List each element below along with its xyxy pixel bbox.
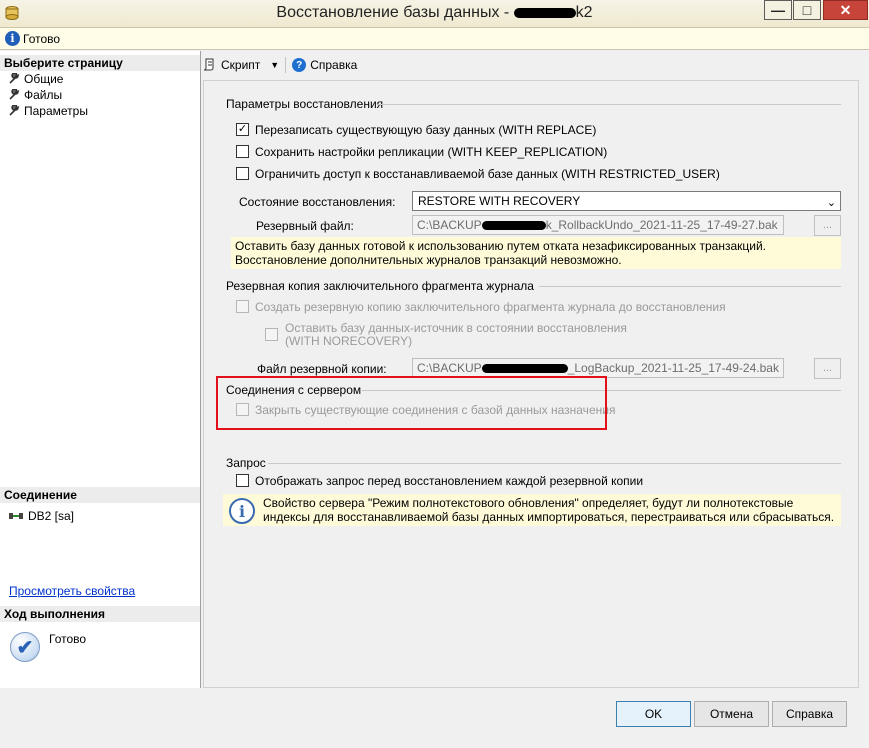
cancel-button[interactable]: Отмена	[694, 701, 769, 727]
overwrite-checkbox[interactable]: ✓	[236, 123, 249, 136]
script-label: Скрипт	[221, 58, 261, 72]
fulltext-info-text: Свойство сервера "Режим полнотекстового …	[263, 496, 835, 524]
backup-browse-button[interactable]: ...	[814, 358, 841, 379]
help-label: Справка	[310, 58, 358, 72]
minimize-button[interactable]: —	[764, 0, 792, 20]
prompt-before-checkbox[interactable]	[236, 474, 249, 487]
sidebar-item-label: Общие	[24, 72, 64, 86]
restricted-user-label: Ограничить доступ к восстанавливаемой ба…	[255, 167, 720, 181]
chevron-down-icon[interactable]: ▼	[270, 60, 279, 70]
wrench-icon	[9, 89, 20, 100]
wrench-icon	[9, 73, 20, 84]
norecovery-label-line2: (WITH NORECOVERY)	[285, 334, 413, 348]
close-button[interactable]: ✕	[823, 0, 868, 20]
info-icon: i	[229, 498, 255, 524]
progress-header: Ход выполнения	[0, 606, 200, 622]
toolbar-separator	[285, 57, 287, 73]
progress-status: Готово	[49, 632, 87, 646]
group-divider	[539, 286, 841, 287]
recovery-state-select[interactable]: RESTORE WITH RECOVERY ⌄	[412, 191, 841, 211]
status-text: Готово	[23, 32, 61, 46]
ok-button[interactable]: OK	[616, 701, 691, 727]
redacted-mark	[481, 364, 568, 374]
overwrite-label: Перезаписать существующую базу данных (W…	[255, 123, 597, 137]
sidebar-item-label: Файлы	[24, 88, 63, 102]
connection-value: DB2 [sa]	[28, 509, 75, 523]
wrench-icon	[9, 105, 20, 116]
window-title: Восстановление базы данных - k2	[0, 4, 869, 22]
group-divider	[268, 463, 841, 464]
redacted-mark	[513, 7, 576, 18]
standby-browse-button[interactable]: ...	[814, 215, 841, 236]
recovery-state-value: RESTORE WITH RECOVERY	[418, 194, 581, 208]
connection-header: Соединение	[0, 487, 200, 503]
group-divider	[378, 104, 841, 105]
info-icon: i	[5, 31, 20, 46]
standby-file-prefix: C:\BACKUP	[417, 218, 482, 232]
prompt-title: Запрос	[226, 456, 266, 470]
toolbar: Скрипт ▼ ? Справка	[203, 54, 357, 76]
sidebar-item-files[interactable]: Файлы	[8, 87, 62, 103]
script-icon	[203, 58, 214, 71]
standby-file-field[interactable]: C:\BACKUP k_RollbackUndo_2021-11-25_17-49…	[412, 215, 784, 235]
window-title-text: Восстановление базы данных -	[276, 4, 514, 21]
restore-options-title: Параметры восстановления	[226, 97, 384, 111]
highlight-box	[216, 376, 607, 430]
sidebar-item-general[interactable]: Общие	[8, 71, 63, 87]
keep-replication-checkbox[interactable]	[236, 145, 249, 158]
help-toolbar-button[interactable]: ? Справка	[292, 58, 357, 72]
backup-file-suffix: _LogBackup_2021-11-25_17-49-24.bak	[567, 361, 779, 375]
take-tail-log-label: Создать резервную копию заключительного …	[255, 300, 726, 314]
status-bar	[0, 28, 869, 50]
standby-file-label: Резервный файл:	[256, 219, 354, 233]
restricted-user-checkbox[interactable]	[236, 167, 249, 180]
script-button[interactable]: Скрипт ▼	[203, 58, 279, 72]
take-tail-log-checkbox[interactable]	[236, 300, 249, 313]
chevron-down-icon: ⌄	[826, 197, 836, 209]
backup-file-prefix: C:\BACKUP	[417, 361, 482, 375]
check-icon: ✔	[10, 632, 40, 662]
recovery-note: Оставить базу данных готовой к использов…	[231, 237, 841, 269]
fulltext-info-box: Свойство сервера "Режим полнотекстового …	[223, 494, 841, 526]
recovery-state-label: Состояние восстановления:	[239, 195, 396, 209]
help-icon: ?	[292, 58, 307, 72]
maximize-button[interactable]: □	[793, 0, 821, 20]
server-connection-icon	[9, 513, 23, 519]
norecovery-label: Оставить базу данных-источник в состояни…	[285, 322, 627, 348]
select-page-header: Выберите страницу	[0, 55, 200, 71]
norecovery-checkbox[interactable]	[265, 328, 278, 341]
backup-file-label: Файл резервной копии:	[257, 362, 387, 376]
sidebar-item-label: Параметры	[24, 104, 88, 118]
view-properties-link[interactable]: Просмотреть свойства	[9, 584, 135, 598]
tail-log-title: Резервная копия заключительного фрагмент…	[226, 279, 534, 293]
redacted-mark	[481, 221, 546, 231]
prompt-before-label: Отображать запрос перед восстановлением …	[255, 474, 644, 488]
standby-file-suffix: k_RollbackUndo_2021-11-25_17-49-27.bak	[545, 218, 778, 232]
window-title-suffix: k2	[575, 4, 593, 21]
sidebar-item-options[interactable]: Параметры	[8, 103, 88, 119]
help-button[interactable]: Справка	[772, 701, 847, 727]
backup-file-field[interactable]: C:\BACKUP _LogBackup_2021-11-25_17-49-24.…	[412, 358, 784, 378]
connection-item: DB2 [sa]	[8, 508, 74, 524]
keep-replication-label: Сохранить настройки репликации (WITH KEE…	[255, 145, 608, 159]
